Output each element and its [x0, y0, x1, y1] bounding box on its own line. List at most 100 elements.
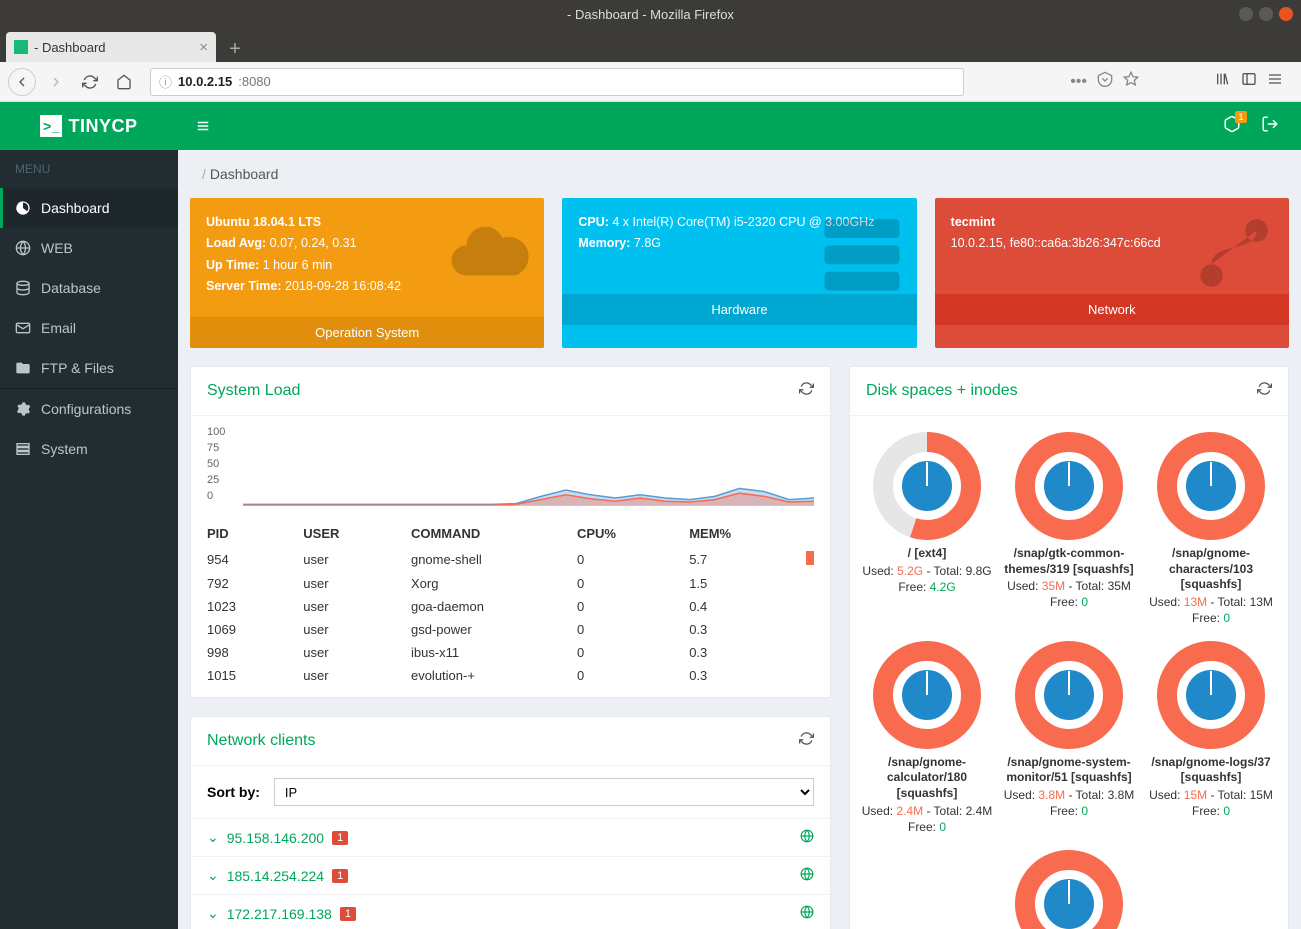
- back-button[interactable]: [8, 68, 36, 96]
- disk-item: /snap/gnome-logs/37 [squashfs]Used: 15M …: [1141, 635, 1281, 840]
- globe-icon[interactable]: [800, 867, 814, 884]
- brand-text: TINYCP: [68, 116, 137, 137]
- home-button[interactable]: [110, 68, 138, 96]
- tab-favicon: [14, 40, 28, 54]
- more-icon[interactable]: •••: [1070, 73, 1087, 91]
- refresh-button[interactable]: [799, 381, 814, 401]
- donut-chart: [873, 641, 981, 749]
- disk-item: / [ext4]Used: 5.2G - Total: 9.8GFree: 4.…: [857, 426, 997, 631]
- globe-icon[interactable]: [800, 905, 814, 922]
- info-icon: ⓘ: [159, 72, 172, 91]
- url-input[interactable]: ⓘ 10.0.2.15:8080: [150, 68, 964, 96]
- client-row[interactable]: ⌄ 95.158.146.200 1: [191, 818, 830, 856]
- reload-button[interactable]: [76, 68, 104, 96]
- y-tick: 100: [207, 426, 225, 438]
- client-row[interactable]: ⌄ 172.217.169.138 1: [191, 894, 830, 929]
- client-row[interactable]: ⌄185.14.254.2241: [191, 856, 830, 894]
- disk-item: /snap/gnome-system-monitor/51 [squashfs]…: [999, 635, 1139, 840]
- uptime-value: 1 hour 6 min: [263, 258, 332, 272]
- mem-value: 7.8G: [634, 236, 661, 250]
- card-footer: Operation System: [190, 317, 544, 348]
- sidebar-item-dashboard[interactable]: Dashboard: [0, 188, 178, 228]
- card-os[interactable]: Ubuntu 18.04.1 LTS Load Avg: 0.07, 0.24,…: [190, 198, 544, 348]
- uptime-label: Up Time:: [206, 258, 259, 272]
- load-value: 0.07, 0.24, 0.31: [270, 236, 357, 250]
- client-count: 1: [332, 831, 348, 845]
- browser-toolbar: ⓘ 10.0.2.15:8080 •••: [0, 62, 1301, 102]
- panel-title: Disk spaces + inodes: [866, 382, 1018, 400]
- card-network[interactable]: tecmint 10.0.2.15, fe80::ca6a:3b26:347c:…: [935, 198, 1289, 348]
- browser-tab[interactable]: - Dashboard ×: [6, 32, 216, 62]
- sidebar-toggle-icon[interactable]: [1241, 71, 1257, 92]
- content: /Dashboard Ubuntu 18.04.1 LTS Load Avg: …: [178, 150, 1301, 929]
- disk-name: /snap/gnome-calculator/180 [squashfs]: [861, 755, 993, 802]
- sidebar-item-ftp[interactable]: FTP & Files: [0, 348, 178, 388]
- client-ip: 172.217.169.138: [227, 906, 332, 922]
- tab-close-icon[interactable]: ×: [199, 39, 208, 56]
- sidebar-item-email[interactable]: Email: [0, 308, 178, 348]
- sidebar: MENU Dashboard WEB Database Email FTP & …: [0, 150, 178, 929]
- sort-select[interactable]: IP: [274, 778, 814, 806]
- tab-title: - Dashboard: [34, 40, 106, 55]
- sidebar-item-label: System: [41, 441, 88, 457]
- sparkline: [806, 551, 814, 565]
- y-tick: 0: [207, 490, 213, 502]
- library-icon[interactable]: [1215, 71, 1231, 92]
- sidebar-item-label: Database: [41, 280, 101, 296]
- sidebar-item-database[interactable]: Database: [0, 268, 178, 308]
- donut-chart: [1157, 641, 1265, 749]
- sidebar-item-web[interactable]: WEB: [0, 228, 178, 268]
- menu-icon[interactable]: [1267, 71, 1283, 92]
- sidebar-item-config[interactable]: Configurations: [0, 389, 178, 429]
- sidebar-item-label: WEB: [41, 240, 73, 256]
- app-topbar: >_ TINYCP 1: [0, 102, 1301, 150]
- th-mem: MEM%: [673, 520, 790, 547]
- close-window-button[interactable]: [1279, 7, 1293, 21]
- panel-network-clients: Network clients Sort by: IP ⌄95.158.146.…: [190, 716, 831, 929]
- y-tick: 50: [207, 458, 219, 470]
- server-icon: [817, 208, 907, 303]
- star-icon[interactable]: [1123, 71, 1139, 92]
- refresh-button[interactable]: [799, 731, 814, 751]
- pocket-icon[interactable]: [1097, 71, 1113, 92]
- brand-logo[interactable]: >_ TINYCP: [0, 102, 178, 150]
- maximize-button[interactable]: [1259, 7, 1273, 21]
- card-hardware[interactable]: CPU: 4 x Intel(R) Core(TM) i5-2320 CPU @…: [562, 198, 916, 348]
- globe-icon[interactable]: [800, 829, 814, 846]
- disk-name: /snap/gnome-logs/37 [squashfs]: [1145, 755, 1277, 786]
- url-port: :8080: [238, 74, 271, 89]
- client-ip: 185.14.254.224: [227, 868, 324, 884]
- new-tab-button[interactable]: +: [222, 36, 248, 62]
- load-chart: 1007550250: [191, 416, 830, 520]
- sidebar-collapse-button[interactable]: [178, 102, 228, 150]
- host-value: tecmint: [951, 215, 995, 229]
- donut-chart: [1015, 850, 1123, 929]
- branch-icon: [1189, 208, 1279, 303]
- refresh-button[interactable]: [1257, 381, 1272, 401]
- addr-value: 10.0.2.15, fe80::ca6a:3b26:347c:66cd: [951, 236, 1161, 250]
- client-ip: 95.158.146.200: [227, 830, 324, 846]
- table-row: 1015userevolution-+00.3: [191, 664, 830, 687]
- chevron-down-icon: ⌄: [207, 829, 219, 846]
- process-table: PID USER COMMAND CPU% MEM% 954usergnome-…: [191, 520, 830, 687]
- minimize-button[interactable]: [1239, 7, 1253, 21]
- os-titlebar: - Dashboard - Mozilla Firefox: [0, 0, 1301, 28]
- disk-name: /snap/gnome-characters/103 [squashfs]: [1145, 546, 1277, 593]
- th-cmd: COMMAND: [395, 520, 561, 547]
- mem-label: Memory:: [578, 236, 630, 250]
- donut-chart: [1015, 641, 1123, 749]
- y-tick: 25: [207, 474, 219, 486]
- breadcrumb-page: Dashboard: [210, 166, 279, 182]
- client-count: 1: [340, 907, 356, 921]
- disk-item: /snap/gtk-common-themes/319 [squashfs]Us…: [999, 426, 1139, 631]
- logout-icon[interactable]: [1261, 115, 1279, 138]
- sidebar-item-system[interactable]: System: [0, 429, 178, 469]
- package-icon[interactable]: 1: [1223, 115, 1241, 138]
- cpu-label: CPU:: [578, 215, 609, 229]
- servertime-label: Server Time:: [206, 279, 282, 293]
- chevron-down-icon: ⌄: [207, 905, 219, 922]
- forward-button[interactable]: [42, 68, 70, 96]
- sidebar-item-label: Configurations: [41, 401, 131, 417]
- donut-chart: [1157, 432, 1265, 540]
- client-count: 1: [332, 869, 348, 883]
